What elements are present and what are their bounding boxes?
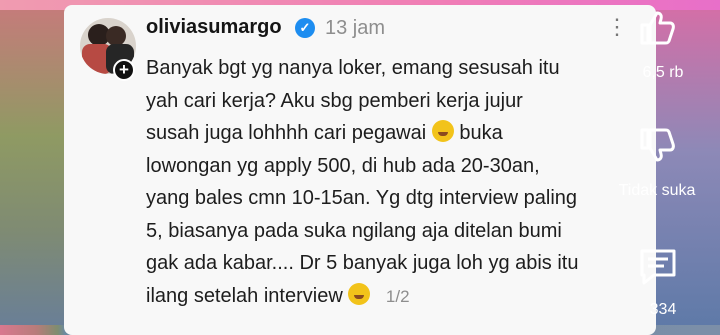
more-options-icon[interactable]: ⋮	[606, 14, 629, 40]
post-line: ilang setelah interview 1/2	[146, 280, 626, 314]
plus-icon[interactable]: +	[113, 59, 135, 81]
dislike-label: Tidak suka	[618, 182, 696, 199]
thumbs-up-icon[interactable]	[632, 3, 680, 51]
post-line: yang bales cmn 10-15an. Yg dtg interview…	[146, 187, 578, 209]
post-time: 13 jam	[325, 17, 386, 39]
post-line: yah cari kerja? Aku sbg pemberi kerja ju…	[146, 89, 523, 112]
crying-emoji-icon	[431, 120, 454, 142]
username[interactable]: oliviasumargo	[146, 16, 282, 39]
post-line-text: susah juga lohhhh cari pegawai	[146, 122, 427, 144]
post-line: 5, biasanya pada suka ngilang aja ditela…	[146, 219, 562, 242]
like-count: 6,5 rb	[642, 64, 684, 81]
post-line: susah juga lohhhh cari pegawai buka	[146, 117, 626, 150]
thumbs-down-icon[interactable]	[632, 122, 680, 170]
post-line: gak ada kabar.... Dr 5 banyak juga loh y…	[146, 252, 579, 274]
laughing-emoji-icon	[348, 282, 371, 305]
post-line: lowongan yg apply 500, di hub ada 20-30a…	[146, 154, 540, 177]
comment-icon[interactable]	[636, 245, 680, 289]
avatar-person-2	[106, 26, 126, 46]
comment-count: 334	[649, 301, 677, 318]
verified-badge-icon: ✓	[295, 18, 315, 38]
post-line-text: ilang setelah interview	[146, 284, 343, 307]
post-line: Banyak bgt yg nanya loker, emang sesusah…	[146, 57, 560, 79]
post-text: Banyak bgt yg nanya loker, emang sesusah…	[146, 52, 626, 313]
post-line-suffix: buka	[459, 122, 503, 144]
left-background-panel	[0, 10, 66, 325]
page-indicator: 1/2	[385, 286, 410, 306]
